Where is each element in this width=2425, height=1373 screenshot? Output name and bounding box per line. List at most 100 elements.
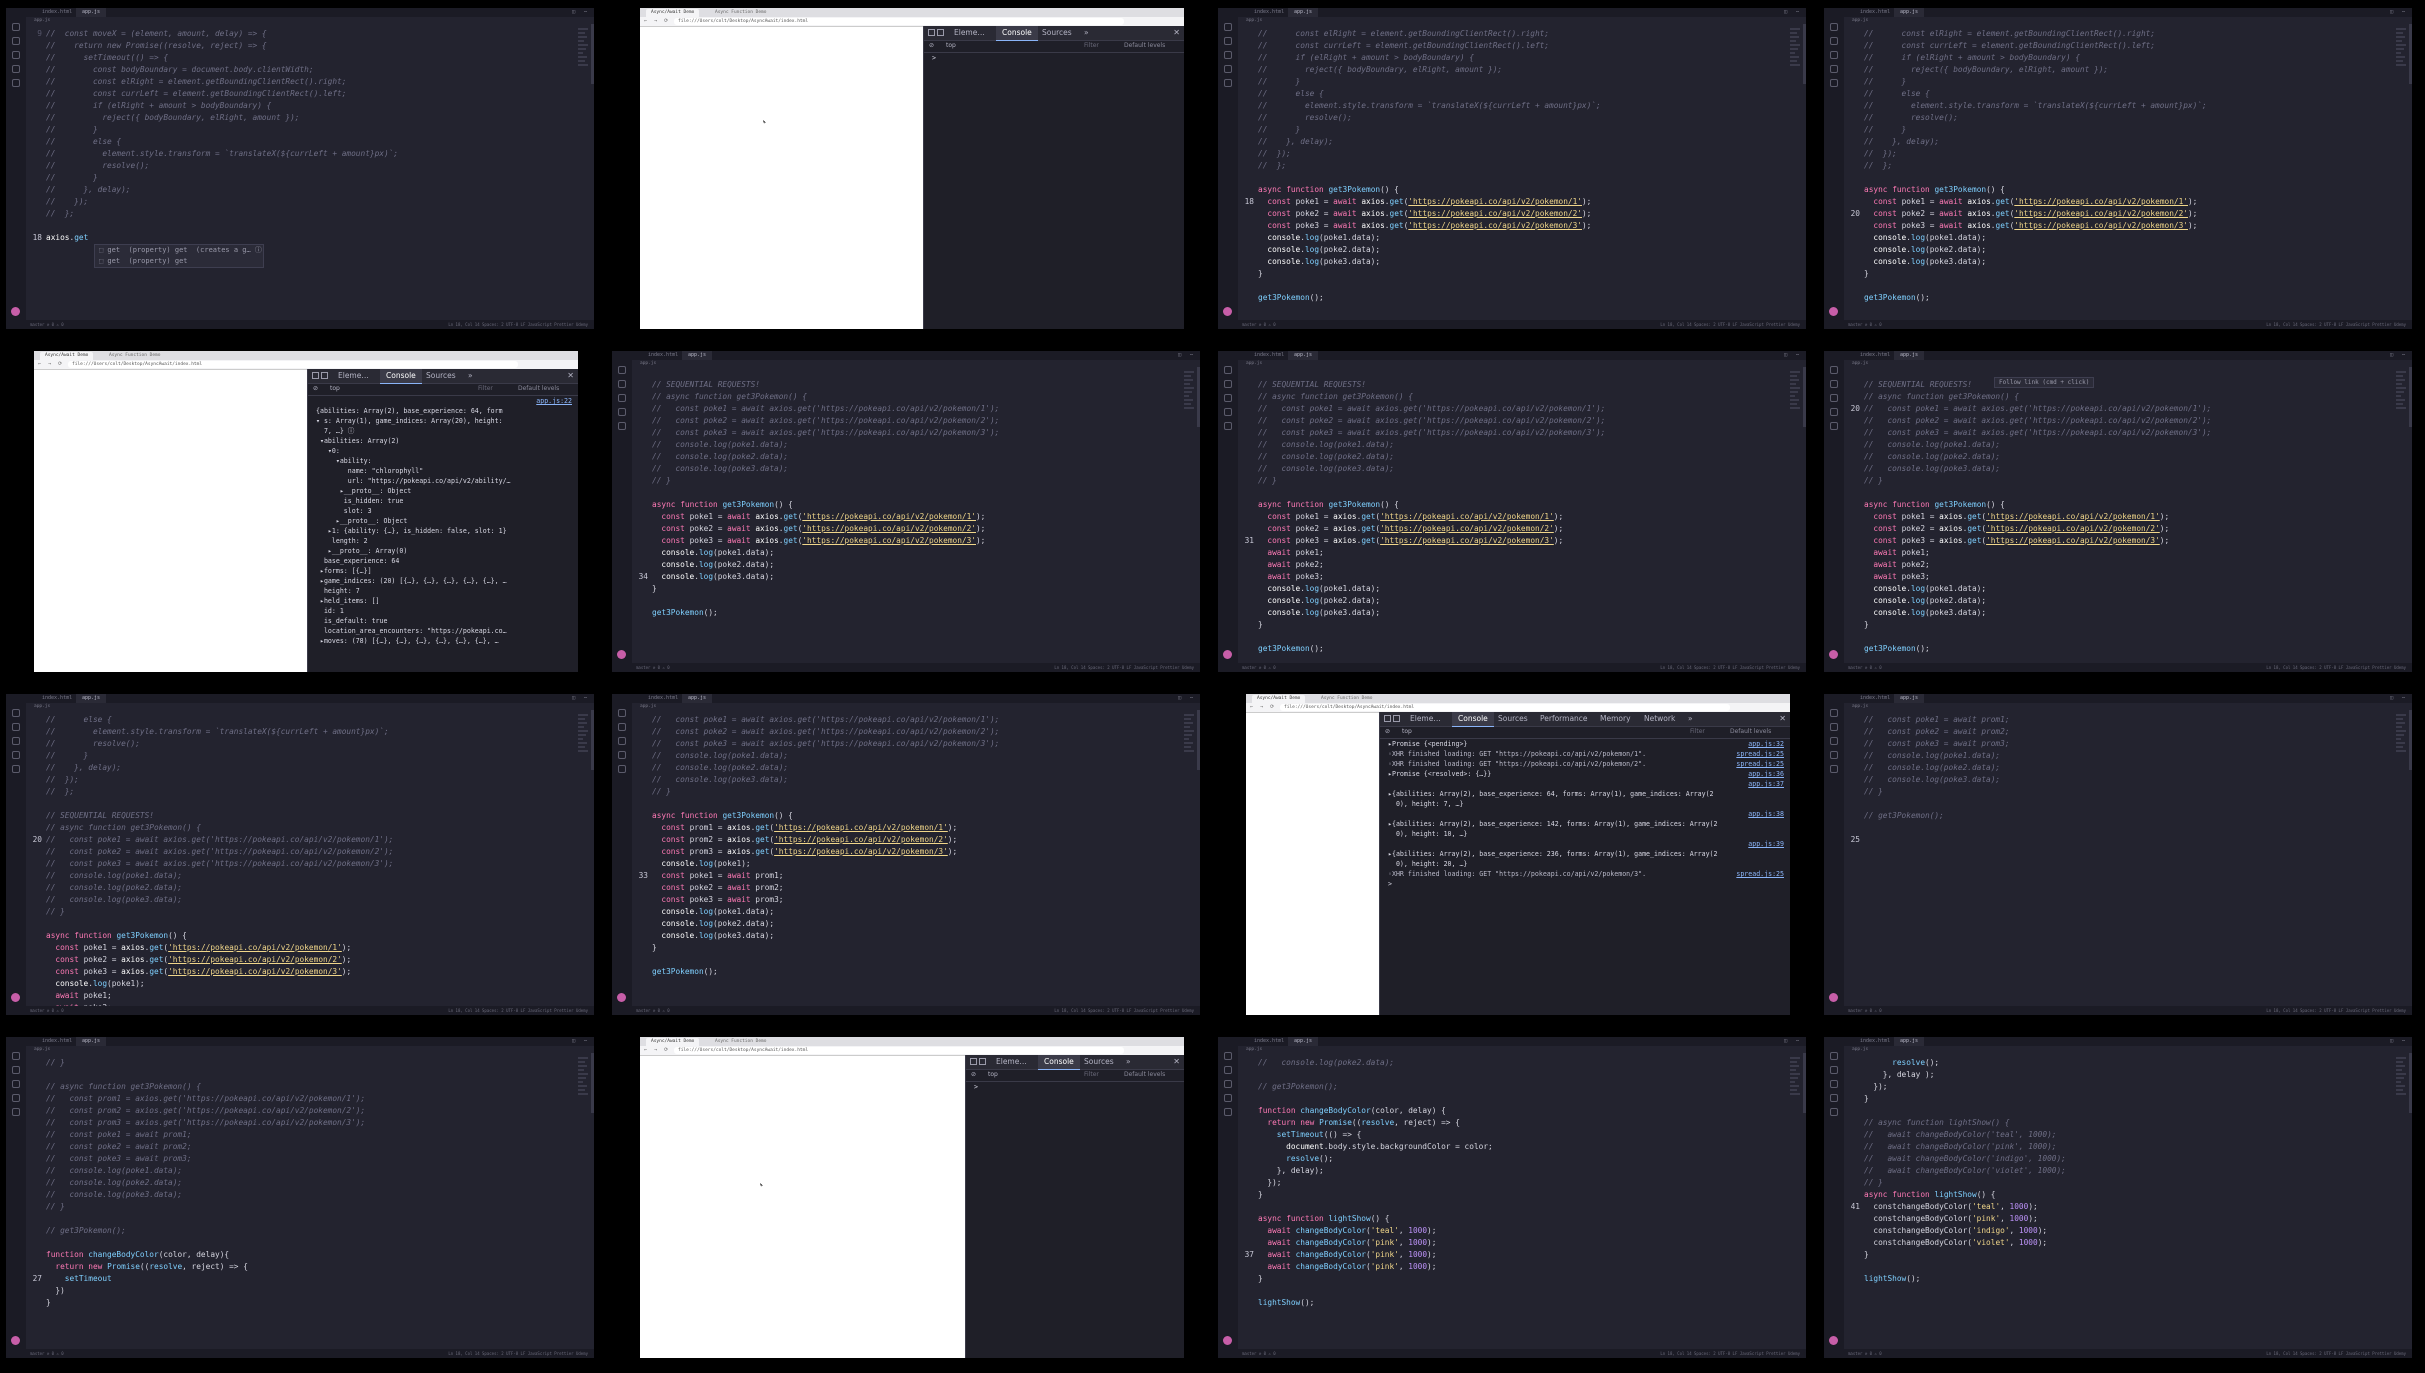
code-line[interactable]: console.log(poke1.data); bbox=[1258, 583, 1788, 595]
minimap[interactable] bbox=[2396, 28, 2408, 148]
code-editor[interactable]: // } // async function get3Pokemon() {// … bbox=[33, 1057, 590, 1309]
code-line[interactable]: get3Pokemon(); bbox=[1864, 643, 2394, 655]
extensions-icon[interactable] bbox=[618, 422, 626, 430]
debug-icon[interactable] bbox=[1830, 65, 1838, 73]
code-line[interactable]: await poke1; bbox=[1258, 547, 1788, 559]
levels-select[interactable]: Default levels bbox=[1124, 1069, 1165, 1081]
code-line[interactable]: // }); bbox=[46, 774, 576, 786]
code-line[interactable]: } bbox=[1864, 1093, 2394, 1105]
status-left[interactable]: master ⊘ 0 ⚠ 0 bbox=[1242, 320, 1276, 329]
devtools-tab[interactable]: Performance bbox=[1534, 712, 1594, 726]
code-line[interactable]: const poke3 = await axios.get('https://p… bbox=[652, 535, 1182, 547]
code-line[interactable]: // } bbox=[1864, 1177, 2394, 1189]
code-line[interactable]: // const poke3 = await prom3; bbox=[1864, 738, 2394, 750]
code-line[interactable] bbox=[1258, 631, 1788, 643]
code-line[interactable]: // }); bbox=[1864, 148, 2394, 160]
inspect-icon[interactable] bbox=[928, 29, 935, 36]
code-line[interactable]: async function get3Pokemon() { bbox=[652, 499, 1182, 511]
code-line[interactable]: // reject({ bodyBoundary, elRight, amoun… bbox=[1258, 64, 1788, 76]
code-line[interactable]: // } bbox=[46, 1057, 576, 1069]
code-line[interactable]: const poke2 = axios.get('https://pokeapi… bbox=[1258, 523, 1788, 535]
code-line[interactable]: // const bodyBoundary = document.body.cl… bbox=[46, 64, 576, 76]
extensions-icon[interactable] bbox=[1224, 1108, 1232, 1116]
scrollbar[interactable] bbox=[591, 24, 594, 84]
code-line[interactable] bbox=[1258, 1201, 1788, 1213]
code-line[interactable]: }); bbox=[1864, 1081, 2394, 1093]
code-line[interactable]: 25 bbox=[1851, 834, 2408, 846]
code-line[interactable]: // reject({ bodyBoundary, elRight, amoun… bbox=[46, 112, 576, 124]
browser-tab[interactable]: Async Function Demo bbox=[104, 352, 166, 360]
extensions-icon[interactable] bbox=[1224, 79, 1232, 87]
status-right[interactable]: Ln 18, Col 14 Spaces: 2 UTF-8 LF JavaScr… bbox=[2266, 1349, 2406, 1358]
code-line[interactable]: get3Pokemon(); bbox=[1864, 292, 2394, 304]
code-line[interactable]: console.log(poke3.data); bbox=[1864, 607, 2394, 619]
console-line[interactable]: ▾ability: bbox=[308, 456, 578, 466]
devtools-tab[interactable]: Console bbox=[1038, 1055, 1080, 1070]
code-line[interactable]: // console.log(poke2.data); bbox=[1864, 762, 2394, 774]
code-line[interactable]: 18 axios.get bbox=[33, 232, 590, 244]
scrollbar[interactable] bbox=[1197, 367, 1200, 427]
console-line[interactable]: is_hidden: true bbox=[308, 496, 578, 506]
extensions-icon[interactable] bbox=[12, 1108, 20, 1116]
code-line[interactable]: await poke2; bbox=[1258, 559, 1788, 571]
code-line[interactable] bbox=[1864, 280, 2394, 292]
code-line[interactable]: lightShow(); bbox=[1258, 1297, 1788, 1309]
debug-icon[interactable] bbox=[12, 751, 20, 759]
code-line[interactable] bbox=[46, 1069, 576, 1081]
code-line[interactable] bbox=[1258, 1093, 1788, 1105]
code-line[interactable]: // reject({ bodyBoundary, elRight, amoun… bbox=[1864, 64, 2394, 76]
code-line[interactable]: // console.log(poke1.data); bbox=[652, 750, 1182, 762]
code-line[interactable]: console.log(poke2.data); bbox=[1864, 244, 2394, 256]
code-line[interactable]: // const currLeft = element.getBoundingC… bbox=[1258, 40, 1788, 52]
code-editor[interactable]: // else {// element.style.transform = `t… bbox=[33, 714, 590, 1014]
console-line[interactable]: app.js:39 bbox=[1380, 839, 1790, 849]
status-left[interactable]: master ⊘ 0 ⚠ 0 bbox=[1848, 1006, 1882, 1015]
autocomplete-popup[interactable]: ⬚ get (property) get (creates a g… ⓘ ⬚ ge… bbox=[94, 244, 264, 268]
breadcrumb[interactable]: app.js bbox=[30, 703, 594, 710]
code-line[interactable]: const poke2 = axios.get('https://pokeapi… bbox=[1864, 523, 2394, 535]
console-line[interactable]: ▸{abilities: Array(2), base_experience: … bbox=[1380, 849, 1790, 859]
filter-input[interactable]: Filter bbox=[1690, 726, 1705, 738]
code-line[interactable] bbox=[1864, 822, 2394, 834]
url-input[interactable]: file:///Users/colt/Desktop/AsyncAwait/in… bbox=[68, 361, 518, 368]
status-right[interactable]: Ln 18, Col 14 Spaces: 2 UTF-8 LF JavaScr… bbox=[1054, 663, 1194, 672]
console-line[interactable]: ▸__proto__: Array(0) bbox=[308, 546, 578, 556]
clear-console-icon[interactable]: ⊘ bbox=[971, 1069, 976, 1081]
console-line[interactable]: url: "https://pokeapi.co/api/v2/ability/… bbox=[308, 476, 578, 486]
close-icon[interactable]: ✕ bbox=[1173, 28, 1180, 37]
console-line[interactable]: id: 1 bbox=[308, 606, 578, 616]
breadcrumb[interactable]: app.js bbox=[30, 17, 594, 24]
console-output[interactable]: ▸Promise {<pending>} app.js:32 ◦XHR finish… bbox=[1380, 739, 1790, 1015]
tab-index-html[interactable]: index.html bbox=[36, 694, 79, 703]
code-line[interactable]: // }); bbox=[1258, 148, 1788, 160]
minimap[interactable] bbox=[1790, 28, 1802, 148]
console-output[interactable]: > bbox=[924, 53, 1184, 329]
code-line[interactable]: // console.log(poke2.data); bbox=[1864, 451, 2394, 463]
scrollbar[interactable] bbox=[1803, 24, 1806, 84]
devtools-tab[interactable]: Eleme… bbox=[332, 369, 375, 383]
code-line[interactable]: // console.log(poke1.data); bbox=[1258, 439, 1788, 451]
code-line[interactable]: // get3Pokemon(); bbox=[1258, 1081, 1788, 1093]
context-select[interactable]: top bbox=[946, 40, 1016, 52]
code-line[interactable]: resolve(); bbox=[1258, 1153, 1788, 1165]
breadcrumb[interactable]: app.js bbox=[30, 1046, 594, 1053]
code-line[interactable]: } bbox=[652, 942, 1182, 954]
code-line[interactable] bbox=[1864, 1261, 2394, 1273]
browser-tab[interactable]: Async Function Demo bbox=[1316, 695, 1378, 703]
code-line[interactable]: // }, delay); bbox=[1864, 136, 2394, 148]
code-line[interactable]: await poke2; bbox=[1864, 559, 2394, 571]
code-line[interactable]: // console.log(poke3.data); bbox=[46, 894, 576, 906]
console-source-link[interactable]: spread.js:25 bbox=[1736, 749, 1784, 759]
minimap[interactable] bbox=[1790, 371, 1802, 491]
status-right[interactable]: Ln 18, Col 14 Spaces: 2 UTF-8 LF JavaScr… bbox=[2266, 320, 2406, 329]
code-line[interactable]: const poke2 = axios.get('https://pokeapi… bbox=[46, 954, 576, 966]
source-control-icon[interactable] bbox=[1224, 394, 1232, 402]
code-line[interactable] bbox=[652, 798, 1182, 810]
devtools-tab[interactable]: » bbox=[1078, 26, 1095, 40]
code-line[interactable]: // async function get3Pokemon() { bbox=[1864, 391, 2394, 403]
code-line[interactable]: const poke3 = await prom3; bbox=[652, 894, 1182, 906]
code-line[interactable]: // } bbox=[652, 786, 1182, 798]
code-editor[interactable]: // console.log(poke2.data); // get3Pokemo… bbox=[1245, 1057, 1802, 1309]
code-line[interactable]: // const currLeft = element.getBoundingC… bbox=[46, 88, 576, 100]
explorer-icon[interactable] bbox=[618, 709, 626, 717]
